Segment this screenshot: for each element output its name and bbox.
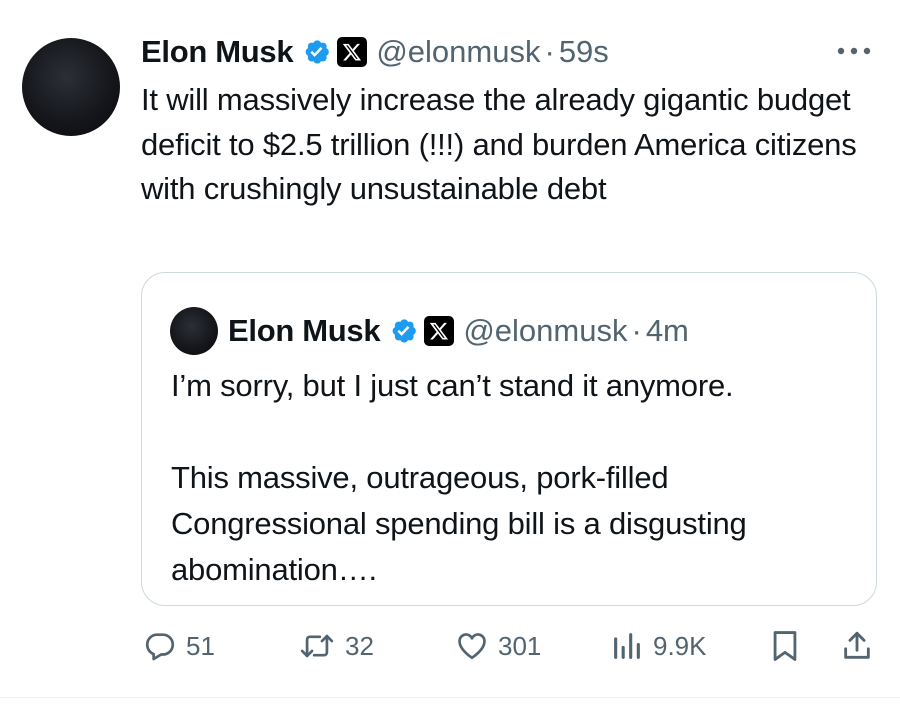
reply-button[interactable]: 51 bbox=[143, 624, 215, 668]
repost-button[interactable]: 32 bbox=[298, 624, 374, 668]
x-logo-icon bbox=[424, 316, 455, 346]
quoted-tweet-text: I’m sorry, but I just can’t stand it any… bbox=[171, 368, 747, 587]
avatar[interactable] bbox=[22, 38, 120, 136]
reply-count: 51 bbox=[186, 630, 215, 661]
quoted-tweet[interactable]: Elon Musk @elonmusk · 4m I’m sorry, but … bbox=[141, 272, 877, 606]
timestamp[interactable]: 59s bbox=[559, 34, 609, 70]
verified-badge-icon bbox=[392, 319, 417, 343]
quoted-avatar[interactable] bbox=[170, 307, 218, 355]
bookmark-button[interactable] bbox=[770, 624, 800, 668]
bookmark-icon bbox=[773, 631, 797, 661]
quoted-timestamp: 4m bbox=[645, 313, 689, 348]
views-count: 9.9K bbox=[653, 630, 707, 661]
quoted-author-name: Elon Musk bbox=[228, 313, 381, 348]
x-logo-icon bbox=[337, 37, 368, 67]
separator-dot: · bbox=[544, 34, 555, 69]
reply-icon bbox=[145, 633, 175, 661]
heart-icon bbox=[458, 633, 486, 660]
repost-count: 32 bbox=[345, 630, 374, 661]
tweet-text: It will massively increase the already g… bbox=[141, 82, 865, 206]
repost-icon bbox=[300, 634, 334, 658]
author-name[interactable]: Elon Musk bbox=[141, 34, 294, 70]
author-handle[interactable]: @elonmusk bbox=[376, 34, 540, 70]
divider bbox=[0, 697, 900, 698]
views-icon bbox=[614, 633, 640, 659]
quoted-author-handle: @elonmusk bbox=[463, 313, 628, 348]
like-count: 301 bbox=[498, 630, 542, 661]
verified-badge-icon[interactable] bbox=[301, 37, 331, 67]
separator-dot: · bbox=[631, 313, 642, 348]
share-button[interactable] bbox=[840, 624, 874, 668]
action-bar: 51 32 301 9.9K bbox=[0, 624, 900, 668]
more-icon[interactable] bbox=[832, 40, 876, 62]
tweet-header: Elon Musk @elonmusk · 59s bbox=[141, 30, 609, 74]
views-button[interactable]: 9.9K bbox=[610, 624, 707, 668]
share-icon bbox=[844, 631, 870, 659]
like-button[interactable]: 301 bbox=[455, 624, 541, 668]
quoted-header: Elon Musk @elonmusk · 4m bbox=[228, 309, 689, 353]
